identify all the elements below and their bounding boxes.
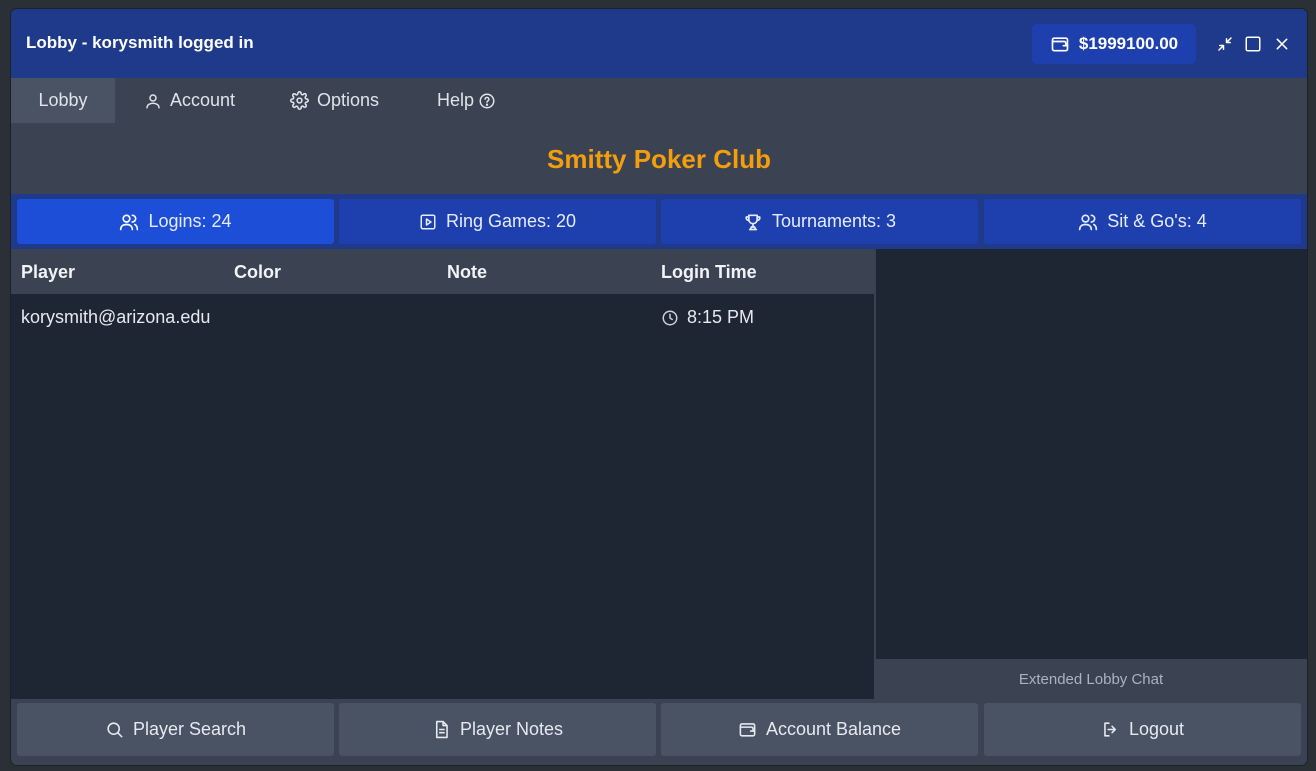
menu-account[interactable]: Account: [144, 78, 235, 123]
column-player[interactable]: Player: [21, 262, 75, 283]
wallet-icon: [1050, 34, 1070, 54]
logins-table: Player Color Note Login Time korysmith@a…: [11, 249, 874, 699]
tab-logins-label: Logins: 24: [148, 211, 232, 231]
player-notes-button[interactable]: Player Notes: [339, 703, 656, 756]
trophy-icon: [743, 212, 763, 232]
tab-tournaments[interactable]: Tournaments: 3: [661, 199, 978, 244]
minimize-icon[interactable]: [1214, 33, 1236, 55]
wallet-icon: [738, 720, 757, 739]
tab-ring-games[interactable]: Ring Games: 20: [339, 199, 656, 244]
lobby-tabs: Logins: 24 Ring Games: 20 Tournaments: 3: [11, 194, 1307, 250]
menu-help-label: Help: [437, 90, 475, 110]
window-title: Lobby - korysmith logged in: [26, 33, 254, 52]
club-name: Smitty Poker Club: [547, 144, 771, 174]
logout-label: Logout: [1128, 719, 1185, 739]
table-row[interactable]: korysmith@arizona.edu 8:15 PM: [11, 294, 874, 339]
tab-tournaments-label: Tournaments: 3: [771, 211, 897, 231]
chat-label: Extended Lobby Chat: [875, 659, 1307, 699]
menu-help[interactable]: Help: [437, 78, 496, 123]
account-balance-label: Account Balance: [765, 719, 902, 739]
table-header: Player Color Note Login Time: [11, 249, 874, 294]
player-search-button[interactable]: Player Search: [17, 703, 334, 756]
menu-options-label: Options: [317, 90, 380, 110]
login-time-text: 8:15 PM: [687, 307, 755, 327]
menu-lobby-label: Lobby: [38, 90, 88, 110]
column-login-time[interactable]: Login Time: [661, 262, 757, 283]
users-icon: [119, 212, 139, 232]
search-icon: [105, 720, 124, 739]
logout-icon: [1101, 720, 1120, 739]
menu-options[interactable]: Options: [290, 78, 379, 123]
player-search-label: Player Search: [132, 719, 247, 739]
account-balance-button[interactable]: Account Balance: [661, 703, 978, 756]
tab-logins[interactable]: Logins: 24: [17, 199, 334, 244]
cell-player: korysmith@arizona.edu: [21, 307, 211, 327]
play-square-icon: [419, 213, 437, 231]
lobby-window: Lobby - korysmith logged in $1999100.00: [11, 9, 1307, 765]
cell-login-time: 8:15 PM: [661, 307, 754, 328]
users-icon: [1078, 212, 1098, 232]
balance-amount: $1999100.00: [1078, 34, 1179, 53]
title-bar: Lobby - korysmith logged in $1999100.00: [11, 9, 1307, 78]
close-icon[interactable]: [1271, 33, 1293, 55]
column-note[interactable]: Note: [447, 262, 487, 283]
column-color[interactable]: Color: [234, 262, 281, 283]
player-notes-label: Player Notes: [459, 719, 564, 739]
user-icon: [144, 92, 162, 110]
tab-sit-and-gos[interactable]: Sit & Go's: 4: [984, 199, 1301, 244]
extended-lobby-chat[interactable]: [875, 249, 1307, 659]
maximize-icon[interactable]: [1242, 33, 1264, 55]
clock-icon: [661, 309, 679, 327]
balance-badge[interactable]: $1999100.00: [1032, 24, 1196, 64]
help-circle-icon: [478, 92, 496, 110]
menu-lobby[interactable]: Lobby: [11, 78, 115, 123]
menu-account-label: Account: [170, 90, 236, 110]
tab-ring-games-label: Ring Games: 20: [445, 211, 577, 231]
tab-sit-and-gos-label: Sit & Go's: 4: [1107, 211, 1207, 231]
gear-icon: [290, 91, 309, 110]
logout-button[interactable]: Logout: [984, 703, 1301, 756]
menu-bar: Lobby Account Options Help: [11, 78, 1307, 123]
bottom-toolbar: Player Search Player Notes Account Balan…: [11, 699, 1307, 765]
document-icon: [432, 720, 451, 739]
